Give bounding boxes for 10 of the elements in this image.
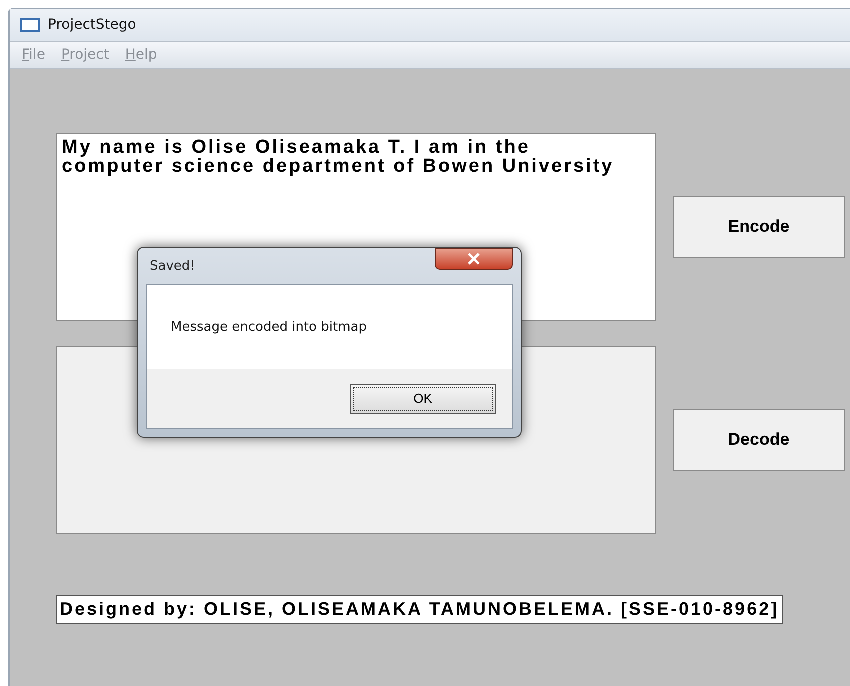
encode-button[interactable]: Encode — [673, 196, 845, 258]
decode-button[interactable]: Decode — [673, 409, 845, 471]
close-button[interactable] — [435, 248, 513, 270]
window-icon — [20, 18, 40, 32]
window-title: ProjectStego — [48, 17, 136, 33]
dialog-title: Saved! — [149, 258, 196, 274]
dialog-message: Message encoded into bitmap — [171, 320, 367, 334]
close-icon — [467, 253, 481, 265]
credit-label: Designed by: OLISE, OLISEAMAKA TAMUNOBELEMA. [SSE-010-8962] — [56, 595, 784, 624]
ok-button[interactable]: OK — [350, 384, 496, 414]
